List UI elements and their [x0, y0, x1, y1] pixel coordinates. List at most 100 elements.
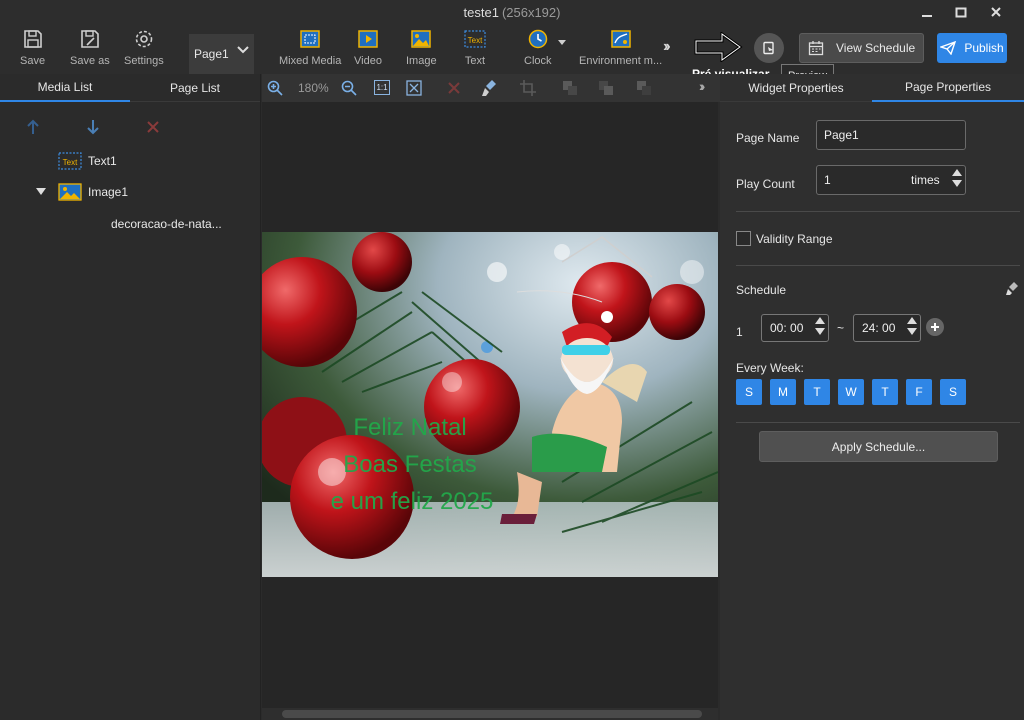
move-up-icon[interactable] — [26, 119, 40, 135]
day-toggle-thursday[interactable]: T — [872, 379, 898, 405]
move-down-icon[interactable] — [86, 119, 100, 135]
mixed-media-button[interactable]: Mixed Media — [279, 28, 341, 67]
send-icon — [940, 41, 957, 55]
actual-size-button[interactable]: 1:1 — [374, 80, 390, 95]
bring-forward-icon[interactable] — [598, 80, 614, 96]
environment-button[interactable]: Environment m... — [579, 28, 662, 67]
page-name-label: Page Name — [736, 131, 800, 145]
tab-media-list[interactable]: Media List — [0, 74, 130, 102]
day-toggle-monday[interactable]: M — [770, 379, 796, 405]
annotation-arrow-icon — [694, 32, 743, 62]
save-as-button[interactable]: Save as — [70, 28, 110, 67]
list-item-text1[interactable]: Text Text1 — [58, 152, 117, 170]
page-name-field[interactable]: Page1 — [816, 120, 966, 150]
settings-button[interactable]: Settings — [124, 28, 164, 67]
text-button[interactable]: Text Text — [464, 28, 486, 67]
end-time-field[interactable]: 24: 00 — [853, 314, 921, 342]
day-toggle-friday[interactable]: F — [906, 379, 932, 405]
overlay-text-line-1: Feliz Natal — [353, 414, 466, 441]
tab-page-properties[interactable]: Page Properties — [872, 74, 1024, 102]
window-resolution: (256x192) — [501, 4, 561, 20]
video-button[interactable]: Video — [354, 28, 382, 67]
save-as-label: Save as — [70, 55, 110, 67]
video-label: Video — [354, 55, 382, 67]
view-schedule-button[interactable]: View Schedule — [799, 33, 924, 63]
save-as-icon — [81, 30, 99, 48]
divider — [736, 422, 1020, 423]
zoom-out-icon[interactable] — [341, 80, 357, 96]
more-tools-button[interactable]: ›› — [663, 38, 670, 56]
add-schedule-button[interactable] — [926, 318, 944, 336]
crop-icon[interactable] — [520, 80, 536, 96]
svg-text:Text: Text — [63, 158, 78, 167]
gear-icon — [135, 30, 153, 48]
left-panel: Media List Page List — [0, 74, 261, 720]
list-item-image1[interactable]: Image1 — [58, 183, 128, 201]
christmas-image[interactable]: Feliz Natal Boas Festas e um feliz 2025 — [262, 232, 718, 577]
start-time-value: 00: 00 — [770, 321, 804, 335]
maximize-button[interactable] — [944, 0, 978, 24]
list-item-label: decoracao-de-nata... — [111, 217, 222, 231]
delete-widget-icon[interactable] — [448, 82, 460, 94]
save-button[interactable]: Save — [20, 28, 45, 67]
day-toggle-sunday[interactable]: S — [736, 379, 762, 405]
minimize-button[interactable] — [910, 0, 944, 24]
zoom-in-icon[interactable] — [267, 80, 283, 96]
play-count-stepper[interactable]: 1 times — [816, 165, 966, 195]
spin-up-icon[interactable] — [952, 169, 962, 176]
clear-schedule-icon[interactable] — [1006, 281, 1019, 296]
every-week-label: Every Week: — [736, 361, 804, 375]
left-tabs: Media List Page List — [0, 74, 260, 102]
mixed-media-icon — [300, 30, 320, 48]
play-count-spinner[interactable] — [952, 169, 962, 187]
close-button[interactable] — [979, 0, 1013, 24]
maximize-icon — [955, 7, 967, 18]
svg-text:Text: Text — [468, 36, 483, 45]
spin-down-icon[interactable] — [815, 328, 825, 335]
environment-label: Environment m... — [579, 55, 663, 67]
calendar-icon — [808, 41, 824, 56]
view-schedule-label: View Schedule — [836, 41, 916, 55]
brush-icon[interactable] — [482, 79, 498, 97]
list-item-label: Text1 — [88, 154, 117, 168]
save-label: Save — [20, 55, 46, 67]
spin-down-icon[interactable] — [907, 328, 917, 335]
page-name-value: Page1 — [824, 128, 859, 142]
clock-label: Clock — [524, 55, 552, 67]
page-select-value: Page1 — [194, 47, 229, 61]
spin-up-icon[interactable] — [815, 317, 825, 324]
validity-range-checkbox[interactable] — [736, 231, 751, 246]
tab-widget-properties[interactable]: Widget Properties — [720, 74, 872, 102]
spin-up-icon[interactable] — [907, 317, 917, 324]
clock-button[interactable]: Clock — [524, 28, 552, 67]
settings-label: Settings — [124, 55, 164, 67]
spin-down-icon[interactable] — [952, 180, 962, 187]
tab-page-list[interactable]: Page List — [130, 74, 260, 102]
list-item-image-file[interactable]: decoracao-de-nata... — [111, 217, 222, 231]
schedule-index: 1 — [736, 325, 743, 339]
app-window: teste1 (256x192) Save Save as Settings M… — [0, 0, 1024, 720]
day-toggle-wednesday[interactable]: W — [838, 379, 864, 405]
page-select[interactable]: Page1 — [189, 34, 254, 74]
start-time-spinner[interactable] — [815, 317, 825, 335]
delete-icon[interactable] — [146, 120, 160, 134]
divider — [736, 211, 1020, 212]
apply-schedule-button[interactable]: Apply Schedule... — [759, 431, 998, 462]
clock-dropdown-icon[interactable] — [558, 40, 566, 46]
start-time-field[interactable]: 00: 00 — [761, 314, 829, 342]
send-backward-icon[interactable] — [636, 80, 652, 96]
fit-screen-icon[interactable] — [406, 80, 422, 96]
image-widget-icon — [58, 183, 82, 201]
day-toggle-saturday[interactable]: S — [940, 379, 966, 405]
end-time-spinner[interactable] — [907, 317, 917, 335]
text-widget-icon: Text — [58, 152, 82, 170]
expand-triangle-icon[interactable] — [36, 188, 46, 196]
list-item-label: Image1 — [88, 185, 129, 199]
publish-button[interactable]: Publish — [937, 33, 1007, 63]
image-button[interactable]: Image — [406, 28, 437, 67]
canvas-more-button[interactable]: ›› — [699, 78, 706, 94]
preview-button[interactable] — [754, 33, 784, 63]
scrollbar-thumb[interactable] — [282, 710, 702, 718]
day-toggle-tuesday[interactable]: T — [804, 379, 830, 405]
bring-front-icon[interactable] — [562, 80, 578, 96]
